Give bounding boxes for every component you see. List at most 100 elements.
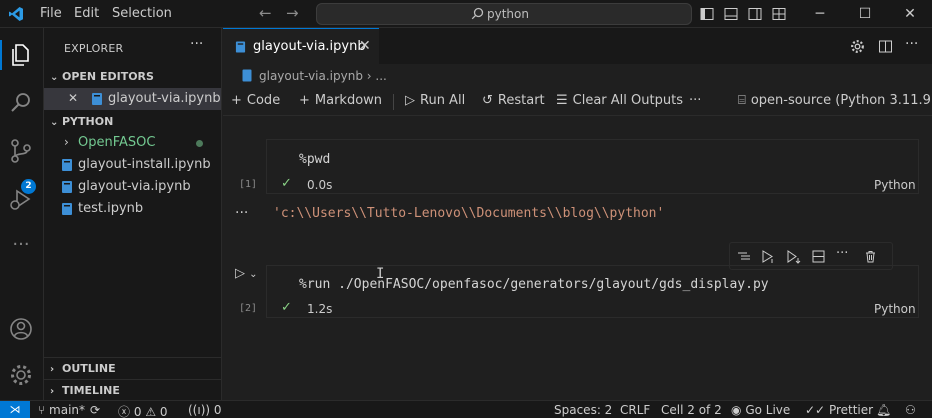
prettier-status[interactable]: ✓✓ Prettier: [805, 403, 873, 417]
menu-file[interactable]: File: [40, 6, 62, 21]
split-editor-icon[interactable]: [878, 39, 893, 54]
close-tab-icon[interactable]: ✕: [359, 38, 371, 54]
sync-icon[interactable]: ⟳: [90, 403, 100, 417]
open-editor-item[interactable]: ✕ glayout-via.ipynb: [44, 88, 221, 110]
timeline-header: › TIMELINE: [50, 384, 120, 397]
outline-section[interactable]: › OUTLINE: [44, 357, 221, 379]
customize-layout-icon[interactable]: [772, 7, 786, 21]
toggle-primary-sidebar-icon[interactable]: [700, 7, 714, 21]
settings-gear-icon[interactable]: [8, 362, 34, 388]
toggle-panel-icon[interactable]: [724, 7, 738, 21]
tree-item-label: glayout-via.ipynb: [78, 179, 191, 194]
cell-1-exec-time: 0.0s: [307, 178, 333, 192]
tree-item-glayout-install[interactable]: glayout-install.ipynb: [44, 154, 221, 176]
accounts-icon[interactable]: [8, 316, 34, 342]
forward-arrow-icon[interactable]: →: [286, 4, 299, 22]
notebook-editor: %pwd [1] ✓ 0.0s Python ··· 'c:\\Users\\T…: [223, 117, 932, 400]
tree-item-glayout-via[interactable]: glayout-via.ipynb: [44, 176, 221, 198]
warning-icon: ⚠: [145, 405, 157, 418]
notifications-bell-icon[interactable]: 🔔︎: [876, 403, 891, 417]
add-code-button[interactable]: + Code: [231, 93, 280, 108]
restore-button[interactable]: ☐: [855, 4, 875, 24]
branch-status[interactable]: ⑂ main*: [38, 403, 85, 417]
source-control-icon[interactable]: [8, 138, 34, 164]
menu-edit[interactable]: Edit: [74, 6, 99, 21]
notebook-toolbar: + Code + Markdown ▷ Run All ↺ Restart ☰ Clear…: [223, 88, 932, 116]
delete-cell-icon[interactable]: [863, 249, 878, 264]
menu-selection[interactable]: Selection: [112, 6, 172, 21]
cell-2-exec-time: 1.2s: [307, 302, 333, 316]
run-debug-icon[interactable]: [8, 186, 34, 212]
tree-item-test[interactable]: test.ipynb: [44, 198, 221, 220]
run-all-icon: ▷: [405, 93, 415, 108]
run-all-button[interactable]: ▷ Run All: [405, 93, 465, 108]
python-folder-section[interactable]: ⌄ PYTHON: [50, 115, 113, 128]
clear-all-outputs-button[interactable]: ☰ Clear All Outputs: [556, 93, 683, 108]
timeline-section[interactable]: › TIMELINE: [44, 379, 221, 401]
indentation-status[interactable]: Spaces: 2: [554, 403, 612, 417]
golive-label: Go Live: [745, 403, 791, 417]
cell-1-language[interactable]: Python: [874, 178, 916, 192]
notebook-settings-gear-icon[interactable]: [850, 39, 865, 54]
problems-status[interactable]: ⓧ 0 ⚠ 0: [118, 403, 168, 418]
cell-2-code[interactable]: %run ./OpenFASOC/openfasoc/generators/gl…: [299, 277, 769, 292]
search-view-icon[interactable]: [8, 90, 34, 116]
cell-2-language[interactable]: Python: [874, 302, 916, 316]
eol-status[interactable]: CRLF: [620, 403, 650, 417]
restart-button[interactable]: ↺ Restart: [482, 93, 545, 108]
cell-1-code[interactable]: %pwd: [299, 152, 330, 167]
plus-icon: +: [231, 93, 242, 108]
run-cell-and-below-icon[interactable]: [761, 249, 776, 264]
tree-item-label: OpenFASOC: [78, 135, 156, 150]
tab-glayout-via[interactable]: glayout-via.ipynb ✕: [223, 28, 379, 64]
tree-item-label: glayout-install.ipynb: [78, 157, 211, 172]
open-editor-label: glayout-via.ipynb: [108, 91, 221, 106]
breadcrumb-more: ...: [375, 69, 387, 83]
cell-1-exec-count: [1]: [239, 179, 258, 190]
close-window-button[interactable]: ✕: [900, 4, 920, 24]
command-center-search[interactable]: python: [316, 3, 692, 25]
restart-icon: ↺: [482, 93, 493, 108]
breadcrumb-file[interactable]: glayout-via.ipynb › ...: [259, 69, 387, 83]
double-check-icon: ✓✓: [805, 403, 826, 417]
explorer-title: EXPLORER: [64, 42, 124, 55]
plus-icon: +: [299, 93, 310, 108]
kernel-icon: ⌸: [738, 93, 746, 108]
close-editor-icon[interactable]: ✕: [68, 91, 78, 105]
run-cell-button[interactable]: ▷ ⌄: [235, 266, 258, 281]
chevron-down-icon: ⌄: [50, 117, 59, 128]
more-actions-icon[interactable]: ···: [905, 36, 920, 52]
notebook-file-icon: [62, 181, 72, 193]
add-markdown-button[interactable]: + Markdown: [299, 93, 382, 108]
open-editors-section[interactable]: ⌄ OPEN EDITORS: [50, 70, 154, 83]
notebook-file-icon: [92, 93, 102, 105]
ports-status[interactable]: ((ı)) 0: [188, 403, 222, 417]
toolbar-more-button[interactable]: ···: [689, 93, 701, 108]
branch-label: main*: [49, 403, 86, 417]
run-cell-icon: ▷: [235, 266, 245, 281]
back-arrow-icon[interactable]: ←: [259, 4, 272, 22]
more-views-icon[interactable]: ···: [8, 234, 34, 260]
run-options-chevron-icon: ⌄: [249, 269, 258, 280]
output-more-icon[interactable]: ···: [235, 205, 248, 221]
run-below-icon[interactable]: [786, 249, 801, 264]
explorer-files-icon[interactable]: [8, 42, 34, 68]
code-cell-1[interactable]: [266, 139, 919, 194]
cell-more-icon[interactable]: ···: [836, 246, 851, 261]
broadcast-icon: ◉: [731, 403, 742, 417]
feedback-icon[interactable]: ⚇: [905, 403, 916, 417]
breadcrumb: glayout-via.ipynb › ...: [223, 64, 932, 88]
golive-status[interactable]: ◉ Go Live: [731, 403, 790, 417]
cell-position-status[interactable]: Cell 2 of 2: [661, 403, 722, 417]
minimize-button[interactable]: ─: [810, 4, 830, 24]
kernel-picker-button[interactable]: ⌸ open-source (Python 3.11.9): [738, 93, 932, 108]
tab-label: glayout-via.ipynb: [253, 39, 366, 54]
kernel-label: open-source (Python 3.11.9): [750, 93, 932, 108]
toolbar-divider: [393, 94, 394, 110]
explorer-more-icon[interactable]: ···: [190, 36, 203, 52]
remote-indicator-icon[interactable]: ⋊: [0, 401, 30, 418]
tree-item-openfasoc[interactable]: › OpenFASOC: [44, 132, 221, 154]
execute-above-icon[interactable]: [737, 249, 752, 264]
toggle-secondary-sidebar-icon[interactable]: [748, 7, 762, 21]
split-cell-icon[interactable]: [811, 249, 826, 264]
